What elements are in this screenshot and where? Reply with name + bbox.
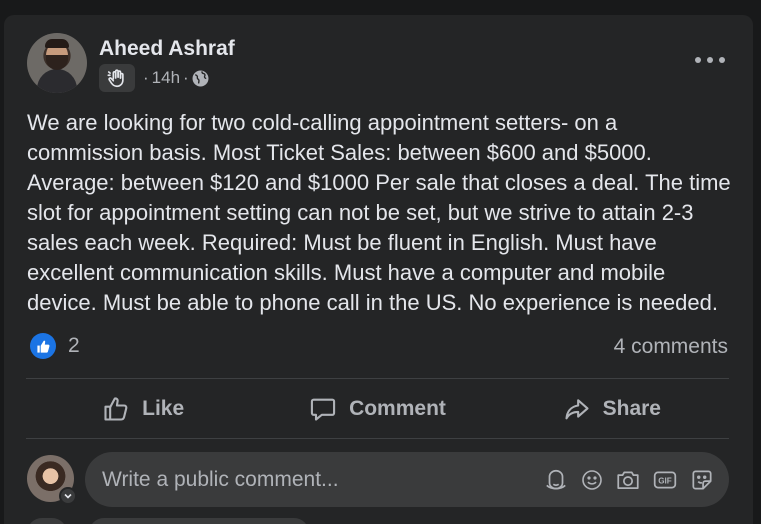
- comment-placeholder: Write a public comment...: [102, 467, 339, 491]
- like-label: Like: [142, 397, 185, 420]
- comment-label: Comment: [349, 397, 446, 420]
- gif-icon[interactable]: GIF: [652, 467, 678, 493]
- next-comment-avatar: [27, 518, 67, 524]
- author-name[interactable]: Aheed Ashraf: [99, 37, 235, 61]
- next-comment-bubble: [89, 518, 309, 524]
- like-button[interactable]: Like: [26, 380, 260, 438]
- divider: [26, 438, 729, 439]
- more-options-button[interactable]: [695, 51, 725, 69]
- reaction-count: 2: [68, 334, 80, 357]
- post-card: Aheed Ashraf · 14h · We are looking for …: [4, 15, 753, 524]
- thumbs-up-icon: [104, 397, 128, 421]
- chevron-down-icon[interactable]: [59, 487, 77, 505]
- share-button[interactable]: Share: [495, 380, 729, 438]
- svg-text:GIF: GIF: [658, 476, 672, 485]
- dot: [719, 57, 725, 63]
- dot: [707, 57, 713, 63]
- comment-input[interactable]: Write a public comment... GIF: [85, 452, 729, 507]
- divider: [26, 378, 729, 379]
- composer-toolbar: GIF: [543, 467, 715, 493]
- comment-bubble-icon: [310, 398, 336, 421]
- comments-count-link[interactable]: 4 comments: [614, 335, 728, 359]
- action-bar: Like Comment Share: [26, 380, 729, 438]
- comment-button[interactable]: Comment: [260, 380, 494, 438]
- avatar-sticker-icon[interactable]: [543, 467, 569, 493]
- meta-separator: ·: [183, 68, 189, 87]
- sticker-icon[interactable]: [689, 467, 715, 493]
- meta-separator: ·: [143, 68, 149, 87]
- reaction-summary[interactable]: 2: [30, 333, 80, 359]
- post-body: We are looking for two cold-calling appo…: [27, 110, 731, 315]
- share-label: Share: [602, 397, 661, 420]
- waving-hand-icon[interactable]: [99, 64, 135, 92]
- author-avatar[interactable]: [27, 33, 87, 93]
- share-arrow-icon: [565, 399, 589, 420]
- emoji-icon[interactable]: [580, 468, 604, 492]
- post-timestamp[interactable]: 14h: [152, 68, 180, 88]
- like-reaction-icon: [30, 333, 56, 359]
- post-meta: · 14h ·: [99, 64, 209, 92]
- camera-icon[interactable]: [615, 467, 641, 493]
- globe-icon[interactable]: [192, 70, 209, 87]
- dot: [695, 57, 701, 63]
